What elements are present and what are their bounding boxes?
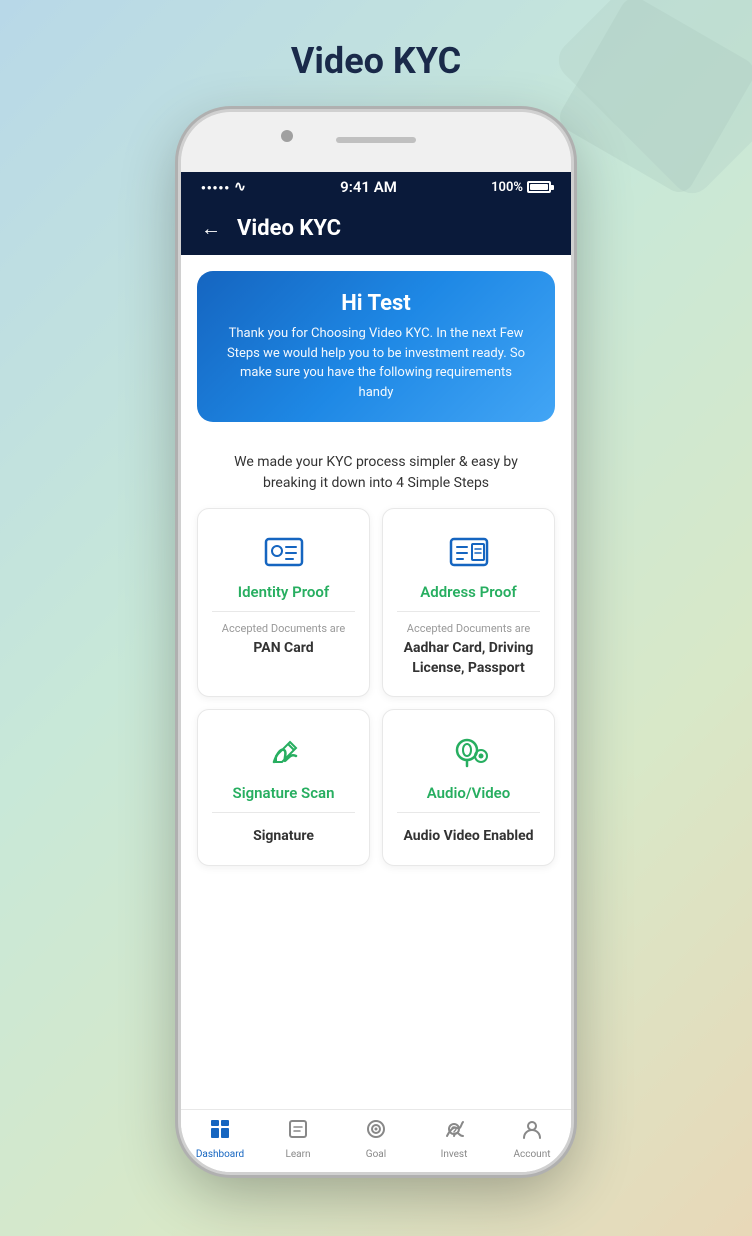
tab-invest[interactable]: Invest bbox=[429, 1118, 479, 1160]
audio-video-icon bbox=[445, 728, 493, 776]
wifi-icon: ∿ bbox=[234, 179, 246, 195]
page-title: Video KYC bbox=[291, 40, 461, 82]
audio-video-documents: Audio Video Enabled bbox=[403, 827, 533, 847]
screen-content: We made your KYC process simpler & easy … bbox=[181, 438, 571, 1109]
goal-label: Goal bbox=[366, 1149, 386, 1160]
tab-bar: Dashboard Learn bbox=[181, 1109, 571, 1172]
account-icon bbox=[521, 1118, 543, 1146]
audio-video-card[interactable]: Audio/Video Audio Video Enabled bbox=[382, 709, 555, 866]
battery-fill bbox=[530, 184, 548, 190]
dashboard-label: Dashboard bbox=[196, 1149, 244, 1160]
status-left: ●●●●● ∿ bbox=[201, 179, 246, 195]
tab-learn[interactable]: Learn bbox=[273, 1118, 323, 1160]
status-right: 100% bbox=[491, 180, 551, 195]
phone-frame: ●●●●● ∿ 9:41 AM 100% ← Video KYC Hi Test… bbox=[181, 112, 571, 1172]
address-proof-separator bbox=[397, 611, 540, 612]
phone-notch bbox=[181, 112, 571, 172]
signature-documents: Signature bbox=[253, 827, 314, 847]
invest-icon bbox=[443, 1118, 465, 1146]
steps-info: We made your KYC process simpler & easy … bbox=[197, 438, 555, 508]
address-proof-card[interactable]: Address Proof Accepted Documents are Aad… bbox=[382, 508, 555, 697]
banner-greeting: Hi Test bbox=[221, 291, 531, 316]
goal-icon bbox=[365, 1118, 387, 1146]
identity-accepted-label: Accepted Documents are bbox=[222, 622, 345, 635]
identity-proof-card[interactable]: Identity Proof Accepted Documents are PA… bbox=[197, 508, 370, 697]
dashboard-icon bbox=[209, 1118, 231, 1146]
nav-bar: ← Video KYC bbox=[181, 202, 571, 255]
signature-scan-icon bbox=[260, 728, 308, 776]
signature-scan-title: Signature Scan bbox=[233, 784, 335, 802]
status-bar: ●●●●● ∿ 9:41 AM 100% bbox=[181, 172, 571, 202]
nav-title: Video KYC bbox=[237, 216, 341, 241]
invest-label: Invest bbox=[441, 1149, 468, 1160]
identity-proof-title: Identity Proof bbox=[238, 583, 329, 601]
identity-proof-icon bbox=[260, 527, 308, 575]
address-accepted-label: Accepted Documents are bbox=[407, 622, 530, 635]
address-proof-title: Address Proof bbox=[420, 583, 517, 601]
status-time: 9:41 AM bbox=[340, 178, 397, 196]
battery-percentage: 100% bbox=[491, 180, 523, 195]
banner-description: Thank you for Choosing Video KYC. In the… bbox=[221, 324, 531, 402]
phone-speaker bbox=[336, 137, 416, 143]
signal-dots: ●●●●● bbox=[201, 183, 230, 192]
tab-goal[interactable]: Goal bbox=[351, 1118, 401, 1160]
phone-screen: ●●●●● ∿ 9:41 AM 100% ← Video KYC Hi Test… bbox=[181, 172, 571, 1172]
learn-label: Learn bbox=[285, 1149, 310, 1160]
address-proof-icon bbox=[445, 527, 493, 575]
audio-video-separator bbox=[397, 812, 540, 813]
address-documents: Aadhar Card, Driving License, Passport bbox=[397, 639, 540, 678]
welcome-banner: Hi Test Thank you for Choosing Video KYC… bbox=[197, 271, 555, 422]
kyc-cards-grid: Identity Proof Accepted Documents are PA… bbox=[197, 508, 555, 876]
tab-account[interactable]: Account bbox=[507, 1118, 557, 1160]
battery-icon bbox=[527, 181, 551, 193]
account-label: Account bbox=[513, 1149, 550, 1160]
back-button[interactable]: ← bbox=[201, 216, 221, 241]
identity-documents: PAN Card bbox=[253, 639, 313, 659]
signature-scan-card[interactable]: Signature Scan Signature bbox=[197, 709, 370, 866]
front-camera bbox=[281, 130, 293, 142]
identity-proof-separator bbox=[212, 611, 355, 612]
tab-dashboard[interactable]: Dashboard bbox=[195, 1118, 245, 1160]
signature-scan-separator bbox=[212, 812, 355, 813]
audio-video-title: Audio/Video bbox=[427, 784, 510, 802]
learn-icon bbox=[287, 1118, 309, 1146]
